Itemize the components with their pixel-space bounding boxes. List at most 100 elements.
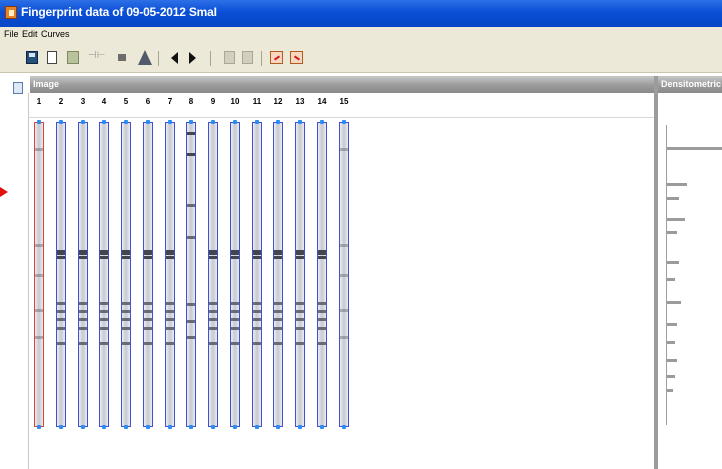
lane-handle-bottom[interactable]	[124, 425, 128, 429]
densitometric-peak	[667, 375, 675, 378]
sheet-icon[interactable]	[67, 51, 79, 64]
lane-handle-top[interactable]	[37, 120, 41, 124]
curve-down-icon[interactable]	[290, 51, 303, 64]
lane-handle-top[interactable]	[124, 120, 128, 124]
lane-handle-bottom[interactable]	[320, 425, 324, 429]
gel-band	[274, 250, 282, 255]
gel-lane[interactable]	[208, 120, 218, 429]
lane-label[interactable]: 8	[183, 97, 199, 106]
lane-handle-top[interactable]	[276, 120, 280, 124]
gel-lane[interactable]	[186, 120, 196, 429]
lane-label[interactable]: 12	[270, 97, 286, 106]
gel-band	[79, 318, 87, 321]
save-icon[interactable]	[26, 51, 38, 64]
gel-lane[interactable]	[99, 120, 109, 429]
gel-lane[interactable]	[78, 120, 88, 429]
lane-handle-bottom[interactable]	[146, 425, 150, 429]
gel-band	[253, 342, 261, 345]
lane-label[interactable]: 3	[75, 97, 91, 106]
menu-edit[interactable]: Edit	[22, 29, 38, 39]
lane-handle-bottom[interactable]	[189, 425, 193, 429]
lane-handle-top[interactable]	[211, 120, 215, 124]
lane-handle-bottom[interactable]	[102, 425, 106, 429]
lane-handle-top[interactable]	[168, 120, 172, 124]
gel-lane[interactable]	[339, 120, 349, 429]
gel-band	[166, 310, 174, 313]
lane-label[interactable]: 1	[31, 97, 47, 106]
workspace: Image Densitometric 1 2 3 4 5 6 7 8 9 10 11 12 13 14 1…	[0, 73, 722, 469]
align-icon[interactable]: ⊣⊢	[88, 50, 105, 63]
lane-label[interactable]: 10	[227, 97, 243, 106]
densitometric-axis	[666, 125, 667, 425]
lane-handle-top[interactable]	[81, 120, 85, 124]
gel-band	[231, 250, 239, 255]
lane-label[interactable]: 9	[205, 97, 221, 106]
disabled-tool-icon[interactable]	[224, 51, 235, 64]
lane-handle-top[interactable]	[59, 120, 63, 124]
menu-curves[interactable]: Curves	[41, 29, 70, 39]
lane-label[interactable]: 5	[118, 97, 134, 106]
gel-lane[interactable]	[295, 120, 305, 429]
lane-handle-top[interactable]	[189, 120, 193, 124]
panel-splitter[interactable]	[654, 76, 658, 469]
lane-label[interactable]: 6	[140, 97, 156, 106]
lane-label[interactable]: 14	[314, 97, 330, 106]
app-icon	[5, 6, 17, 19]
lane-handle-bottom[interactable]	[168, 425, 172, 429]
copy-icon[interactable]	[47, 51, 57, 64]
lane-handle-bottom[interactable]	[59, 425, 63, 429]
gel-band	[100, 310, 108, 313]
gel-band	[318, 310, 326, 313]
curve-up-icon[interactable]	[270, 51, 283, 64]
gel-band	[296, 302, 304, 305]
gel-lane[interactable]	[121, 120, 131, 429]
gel-lane[interactable]	[34, 120, 44, 429]
lane-handle-top[interactable]	[255, 120, 259, 124]
lane-handle-top[interactable]	[298, 120, 302, 124]
gel-band	[122, 302, 130, 305]
gel-lane[interactable]	[230, 120, 240, 429]
lane-handle-bottom[interactable]	[37, 425, 41, 429]
gel-lane[interactable]	[252, 120, 262, 429]
lane-label[interactable]: 11	[249, 97, 265, 106]
lane-handle-bottom[interactable]	[233, 425, 237, 429]
header-divider	[28, 117, 654, 118]
gel-band	[274, 256, 282, 259]
gel-lane[interactable]	[56, 120, 66, 429]
gel-band	[318, 342, 326, 345]
lane-handle-top[interactable]	[342, 120, 346, 124]
gel-lane[interactable]	[165, 120, 175, 429]
lane-handle-bottom[interactable]	[211, 425, 215, 429]
lane-label[interactable]: 4	[96, 97, 112, 106]
title-bar: Fingerprint data of 09-05-2012 SmaI	[0, 0, 722, 27]
lane-handle-bottom[interactable]	[342, 425, 346, 429]
gel-lane[interactable]	[317, 120, 327, 429]
panel-toggle-icon[interactable]	[13, 82, 23, 94]
block-icon[interactable]	[118, 54, 126, 61]
gel-band	[296, 256, 304, 259]
lane-label[interactable]: 15	[336, 97, 352, 106]
lane-handle-top[interactable]	[320, 120, 324, 124]
arrow-right-icon[interactable]	[189, 52, 196, 64]
lane-label[interactable]: 7	[162, 97, 178, 106]
disabled-tool-icon[interactable]	[242, 51, 253, 64]
gel-band	[274, 310, 282, 313]
gel-lane[interactable]	[273, 120, 283, 429]
gel-band	[166, 302, 174, 305]
lane-handle-bottom[interactable]	[276, 425, 280, 429]
gel-lane[interactable]	[143, 120, 153, 429]
lane-handle-top[interactable]	[233, 120, 237, 124]
lane-handle-top[interactable]	[146, 120, 150, 124]
peak-icon[interactable]	[138, 50, 152, 65]
menu-file[interactable]: File	[4, 29, 19, 39]
gel-band	[187, 320, 195, 323]
gel-band	[57, 302, 65, 305]
lane-handle-bottom[interactable]	[81, 425, 85, 429]
lane-label[interactable]: 2	[53, 97, 69, 106]
lane-handle-bottom[interactable]	[255, 425, 259, 429]
arrow-left-icon[interactable]	[171, 52, 178, 64]
lane-handle-bottom[interactable]	[298, 425, 302, 429]
lane-label[interactable]: 13	[292, 97, 308, 106]
lane-handle-top[interactable]	[102, 120, 106, 124]
gel-band	[100, 342, 108, 345]
